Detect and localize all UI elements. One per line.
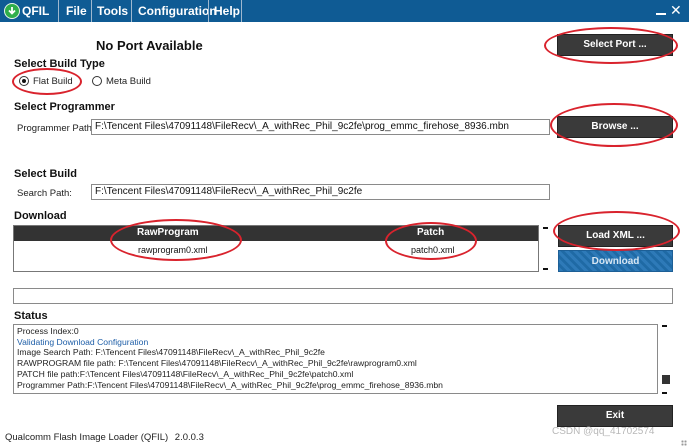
download-title: Download xyxy=(14,210,67,222)
table-scroll-mark xyxy=(543,227,548,229)
table-cell-patch[interactable]: patch0.xml xyxy=(411,245,455,255)
app-name: QFIL xyxy=(22,4,50,18)
column-header-rawprogram: RawProgram xyxy=(137,227,199,238)
meta-build-label: Meta Build xyxy=(106,76,151,87)
log-line: Process Index:0 xyxy=(17,326,79,336)
log-line: RAWPROGRAM file path: F:\Tencent Files\4… xyxy=(17,358,417,369)
footer-status: Qualcomm Flash Image Loader (QFIL) 2.0.0… xyxy=(5,432,204,443)
log-scroll-down-mark[interactable] xyxy=(662,392,667,394)
exit-button[interactable]: Exit xyxy=(557,405,673,427)
select-port-button[interactable]: Select Port ... xyxy=(557,34,673,56)
status-title: Status xyxy=(14,310,48,322)
product-name: Qualcomm Flash Image Loader (QFIL) xyxy=(5,432,169,443)
log-line: Validating Download Configuration xyxy=(17,336,149,347)
flat-build-radio[interactable] xyxy=(19,76,29,86)
meta-build-radio[interactable] xyxy=(92,76,102,86)
product-version: 2.0.0.3 xyxy=(174,432,204,443)
menu-tools[interactable]: Tools xyxy=(97,4,128,18)
log-scroll-up-mark[interactable] xyxy=(662,325,667,327)
programmer-path-input[interactable]: F:\Tencent Files\47091148\FileRecv\_A_wi… xyxy=(91,119,550,135)
flat-build-label: Flat Build xyxy=(33,76,73,87)
table-scroll-mark xyxy=(543,268,548,270)
close-icon[interactable]: ✕ xyxy=(670,2,682,18)
menu-separator xyxy=(131,0,132,22)
table-cell-rawprogram[interactable]: rawprogram0.xml xyxy=(138,245,208,255)
progress-bar xyxy=(13,288,673,304)
search-path-label: Search Path: xyxy=(17,188,72,199)
search-path-input[interactable]: F:\Tencent Files\47091148\FileRecv\_A_wi… xyxy=(91,184,550,200)
download-table: RawProgram Patch rawprogram0.xml patch0.… xyxy=(13,225,539,272)
table-header: RawProgram Patch xyxy=(14,226,538,241)
log-line: Programmer Path:F:\Tencent Files\4709114… xyxy=(17,379,443,390)
browse-button[interactable]: Browse ... xyxy=(557,116,673,138)
port-status: No Port Available xyxy=(96,38,203,53)
menu-separator xyxy=(58,0,59,22)
resize-grip-icon[interactable] xyxy=(681,440,687,446)
log-line: Image Search Path: F:\Tencent Files\4709… xyxy=(17,347,325,358)
load-xml-button[interactable]: Load XML ... xyxy=(558,225,673,247)
title-menu-bar: QFIL File Tools Configuration Help ✕ xyxy=(0,0,689,22)
menu-file[interactable]: File xyxy=(66,4,87,18)
status-log[interactable]: Process Index:0 Validating Download Conf… xyxy=(13,324,658,394)
column-header-patch: Patch xyxy=(417,227,445,238)
menu-configuration[interactable]: Configuration xyxy=(138,4,217,18)
build-title: Select Build xyxy=(14,168,77,180)
download-button[interactable]: Download xyxy=(558,250,673,272)
menu-separator xyxy=(241,0,242,22)
menu-separator xyxy=(91,0,92,22)
minimize-icon[interactable] xyxy=(656,4,666,17)
watermark: CSDN @qq_41702574 xyxy=(552,426,655,437)
log-scrollbar-thumb[interactable] xyxy=(662,375,670,384)
programmer-path-label: Programmer Path xyxy=(17,123,92,134)
log-line: PATCH file path:F:\Tencent Files\4709114… xyxy=(17,368,354,379)
menu-separator xyxy=(208,0,209,22)
build-type-title: Select Build Type xyxy=(14,58,105,70)
programmer-title: Select Programmer xyxy=(14,101,115,113)
menu-help[interactable]: Help xyxy=(214,4,240,18)
qfil-logo-icon xyxy=(4,3,20,19)
